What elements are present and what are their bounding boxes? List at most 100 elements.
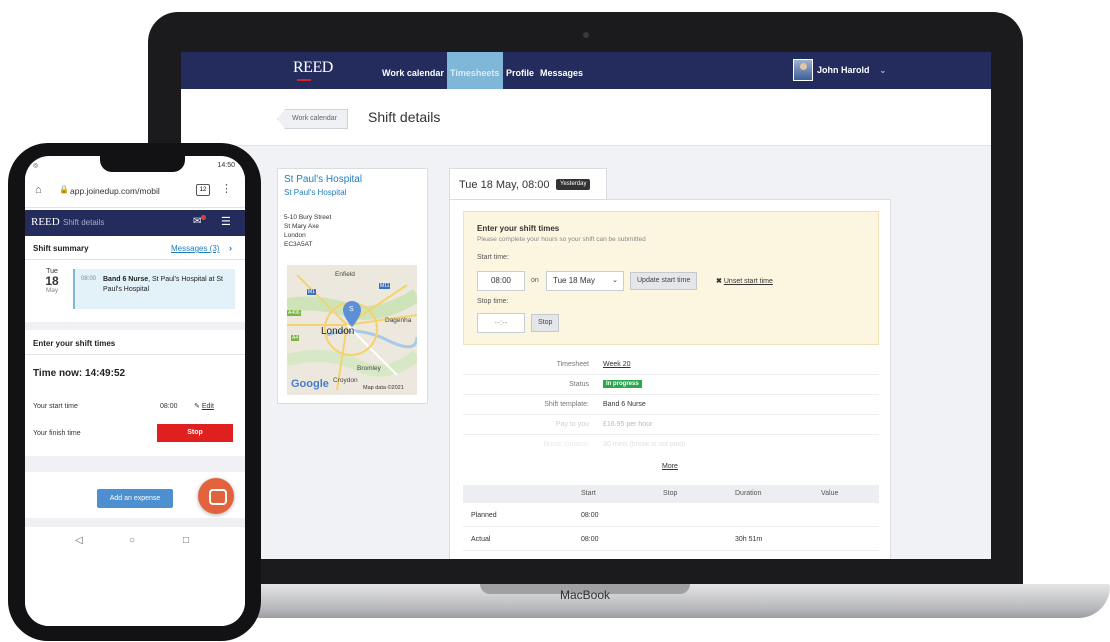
detail-key: Timesheet xyxy=(556,361,589,368)
top-navigation: REED Work calendar Timesheets Profile Me… xyxy=(181,52,991,89)
column-header: Value xyxy=(821,490,839,497)
start-time-input[interactable]: 08:00 xyxy=(477,271,525,291)
nav-work-calendar[interactable]: Work calendar xyxy=(379,52,447,89)
map-label: Croydon xyxy=(333,377,358,384)
phone-screen: ◎ 14:50 ⌂ 🔒 app.joinedup.com/mobil 12 ⋮ … xyxy=(25,156,245,626)
edit-label: Edit xyxy=(201,403,214,410)
stop-button[interactable]: Stop xyxy=(157,424,233,442)
shift-role: Band 6 Nurse xyxy=(103,276,149,283)
shift-panel: Enter your shift times Please complete y… xyxy=(449,199,891,559)
shift-summary-header: Shift summary Messages (3) › xyxy=(25,238,245,260)
url-field[interactable]: app.joinedup.com/mobil xyxy=(70,186,180,196)
detail-key: Pay to you xyxy=(555,421,589,428)
enter-times-note: Please complete your hours so your shift… xyxy=(477,236,646,243)
hospital-address: 5-10 Bury Street St Mary Axe London EC3A… xyxy=(284,213,331,249)
android-nav-bar: ◁ ○ □ xyxy=(25,526,245,556)
address-line: 5-10 Bury Street xyxy=(284,214,332,221)
detail-value: Band 6 Nurse xyxy=(603,401,646,408)
address-line: London xyxy=(284,232,306,239)
tab-count[interactable]: 12 xyxy=(196,184,210,196)
timesheet-link[interactable]: Week 20 xyxy=(603,361,631,368)
add-expense-button[interactable]: Add an expense xyxy=(97,489,173,508)
logo-text: REED xyxy=(293,59,333,76)
yesterday-badge: Yesterday xyxy=(556,179,591,190)
menu-icon[interactable]: ☰ xyxy=(221,215,231,228)
laptop-brand: MacBook xyxy=(559,588,611,602)
address-line: St Mary Axe xyxy=(284,223,320,230)
home-circle-icon[interactable]: ○ xyxy=(129,535,135,546)
laptop-screen: REED Work calendar Timesheets Profile Me… xyxy=(181,52,991,559)
date-day: 18 xyxy=(45,274,59,288)
edit-start-button[interactable]: ✎ Edit xyxy=(194,402,214,410)
more-link[interactable]: More xyxy=(662,463,678,470)
reed-logo[interactable]: REED xyxy=(31,216,60,228)
detail-row: Timesheet Week 20 xyxy=(463,355,879,375)
table-cell: 08:00 xyxy=(581,512,599,519)
detail-row: Pay to you £16.95 per hour xyxy=(463,415,879,435)
update-start-button[interactable]: Update start time xyxy=(630,272,698,290)
user-menu[interactable]: John Harold ⌄ xyxy=(793,59,886,81)
detail-value: 30 mins (break is not paid) xyxy=(603,441,686,448)
chat-icon[interactable] xyxy=(198,478,234,514)
road-label: M11 xyxy=(379,283,391,289)
nav-profile[interactable]: Profile xyxy=(503,52,537,89)
time-now: Time now: 14:49:52 xyxy=(33,368,126,379)
phone-nav-title: Shift details xyxy=(63,218,105,227)
start-time-label: Start time: xyxy=(477,254,509,261)
location-map[interactable]: Enfield London Dagenha Bromley Croydon M… xyxy=(287,265,417,395)
user-name: John Harold xyxy=(817,65,870,75)
times-table: Start Stop Duration Value Planned 08:00 … xyxy=(463,485,879,551)
phone-bottom xyxy=(25,556,245,626)
address-line: EC3A5AT xyxy=(284,241,313,248)
back-button[interactable]: Work calendar xyxy=(277,109,349,129)
unset-start-link[interactable]: ✖ Unset start time xyxy=(716,277,773,285)
tab-shift[interactable]: Tue 18 May, 08:00 Yesterday xyxy=(449,168,607,200)
status-time: 14:50 xyxy=(217,162,235,169)
start-time-value: 08:00 xyxy=(160,403,178,410)
road-label: M1 xyxy=(307,289,316,295)
section-divider xyxy=(25,456,245,472)
stop-time-input[interactable]: --:-- xyxy=(477,313,525,333)
map-label: Enfield xyxy=(335,271,355,278)
hospital-subname[interactable]: St Paul's Hospital xyxy=(284,188,346,197)
page-title: Shift details xyxy=(368,109,441,125)
home-icon[interactable]: ⌂ xyxy=(35,184,42,196)
messages-link[interactable]: Messages (3) xyxy=(171,244,219,253)
detail-row: Break duration 30 mins (break is not pai… xyxy=(463,435,879,455)
column-header: Stop xyxy=(663,490,678,497)
finish-time-label: Your finish time xyxy=(33,430,81,437)
shift-item[interactable]: 08:00 Band 6 Nurse, St Paul's Hospital a… xyxy=(73,269,235,309)
unset-start-text: Unset start time xyxy=(723,278,773,285)
stop-button[interactable]: Stop xyxy=(531,314,560,332)
start-date-value: Tue 18 May xyxy=(553,276,595,285)
shift-details: Timesheet Week 20 Status In progress Shi… xyxy=(463,355,879,455)
hospital-name[interactable]: St Paul's Hospital xyxy=(284,174,362,185)
start-date-select[interactable]: Tue 18 May ⌄ xyxy=(546,271,624,291)
column-header: Duration xyxy=(735,490,762,497)
table-cell: Planned xyxy=(471,512,497,519)
map-pin-icon xyxy=(343,301,361,327)
road-label: A406 xyxy=(287,310,301,316)
table-cell: 30h 51m xyxy=(735,536,763,543)
phone-notch xyxy=(100,156,185,172)
detail-key: Break duration xyxy=(543,441,589,448)
detail-key: Status xyxy=(569,381,589,388)
table-row: Planned 08:00 xyxy=(463,503,879,527)
kebab-menu-icon[interactable]: ⋮ xyxy=(221,182,232,195)
nav-messages[interactable]: Messages xyxy=(537,52,586,89)
back-icon[interactable]: ◁ xyxy=(75,535,83,546)
signal-icon: ◎ xyxy=(33,163,39,169)
reed-logo[interactable]: REED xyxy=(293,59,333,81)
nav-timesheets[interactable]: Timesheets xyxy=(447,52,503,89)
road-label: A4 xyxy=(291,335,300,341)
shift-description: Band 6 Nurse, St Paul's Hospital at St P… xyxy=(103,275,233,295)
chevron-right-icon[interactable]: › xyxy=(229,243,232,253)
map-credit: Map data ©2021 xyxy=(363,385,404,391)
pencil-icon: ✎ xyxy=(194,403,200,410)
map-label: Dagenha xyxy=(385,317,412,324)
recents-icon[interactable]: □ xyxy=(183,535,189,546)
table-row: Actual 08:00 30h 51m xyxy=(463,527,879,551)
shift-tab-title: Tue 18 May, 08:00 xyxy=(459,179,550,191)
table-cell: Actual xyxy=(471,536,491,543)
divider xyxy=(25,354,245,355)
